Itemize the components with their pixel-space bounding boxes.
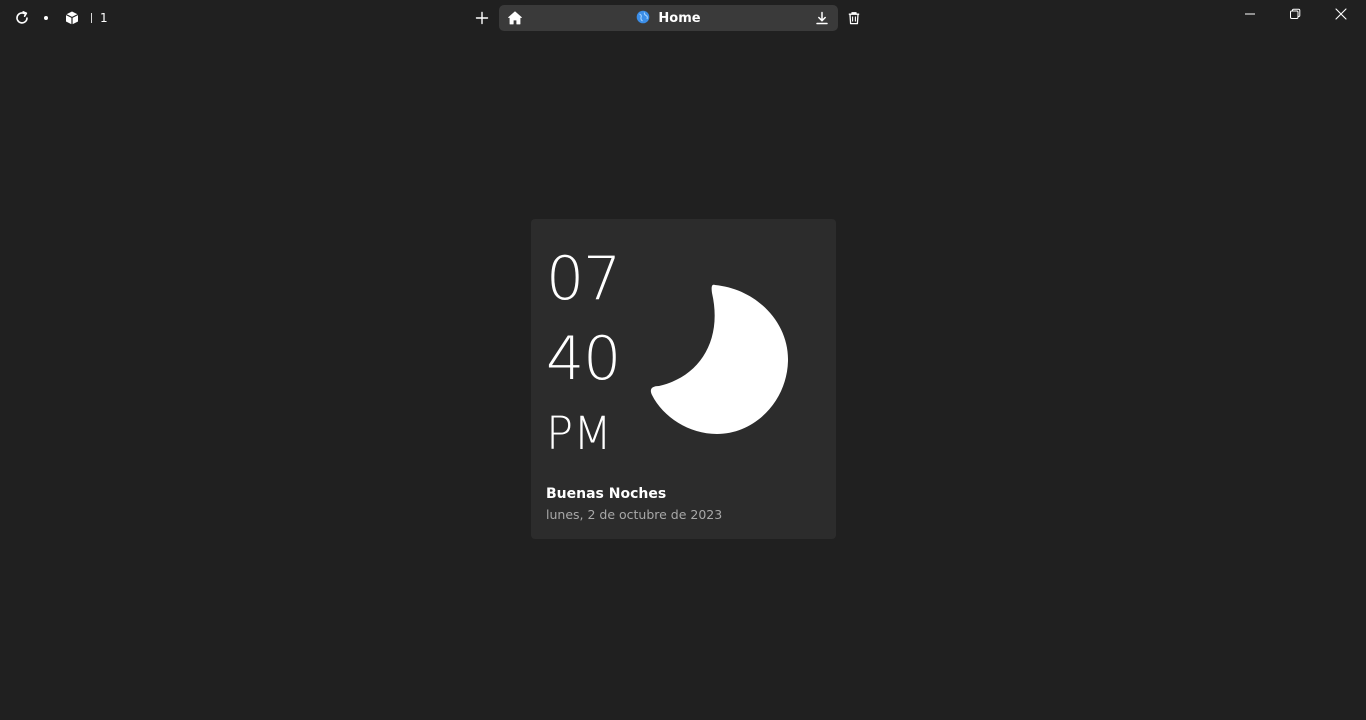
clock-widget: 07 40 PM Buenas Noches lunes, 2 de octub… (531, 219, 836, 539)
globe-icon (636, 9, 650, 28)
titlebar-left-group: 1 (12, 8, 108, 28)
address-title-group: Home (499, 5, 838, 31)
close-icon[interactable] (1327, 4, 1355, 24)
download-icon[interactable] (812, 8, 832, 28)
clock-minutes: 40 (546, 324, 621, 394)
home-icon[interactable] (505, 8, 525, 28)
trash-icon[interactable] (844, 8, 864, 28)
separator (91, 13, 92, 23)
status-dot (44, 16, 48, 20)
clock-hours: 07 (546, 244, 621, 314)
box-icon[interactable] (62, 8, 82, 28)
title-bar: 1 Home (0, 0, 1366, 36)
date-text: lunes, 2 de octubre de 2023 (546, 507, 723, 522)
moon-icon (649, 283, 791, 439)
clock-period: PM (546, 407, 612, 460)
reload-icon[interactable] (12, 8, 32, 28)
restore-icon[interactable] (1281, 4, 1309, 24)
address-bar[interactable]: Home (499, 5, 838, 31)
greeting-text: Buenas Noches (546, 486, 667, 502)
address-title: Home (658, 10, 701, 26)
tab-count: 1 (100, 11, 108, 25)
minimize-icon[interactable] (1236, 4, 1264, 24)
plus-icon[interactable] (472, 8, 492, 28)
